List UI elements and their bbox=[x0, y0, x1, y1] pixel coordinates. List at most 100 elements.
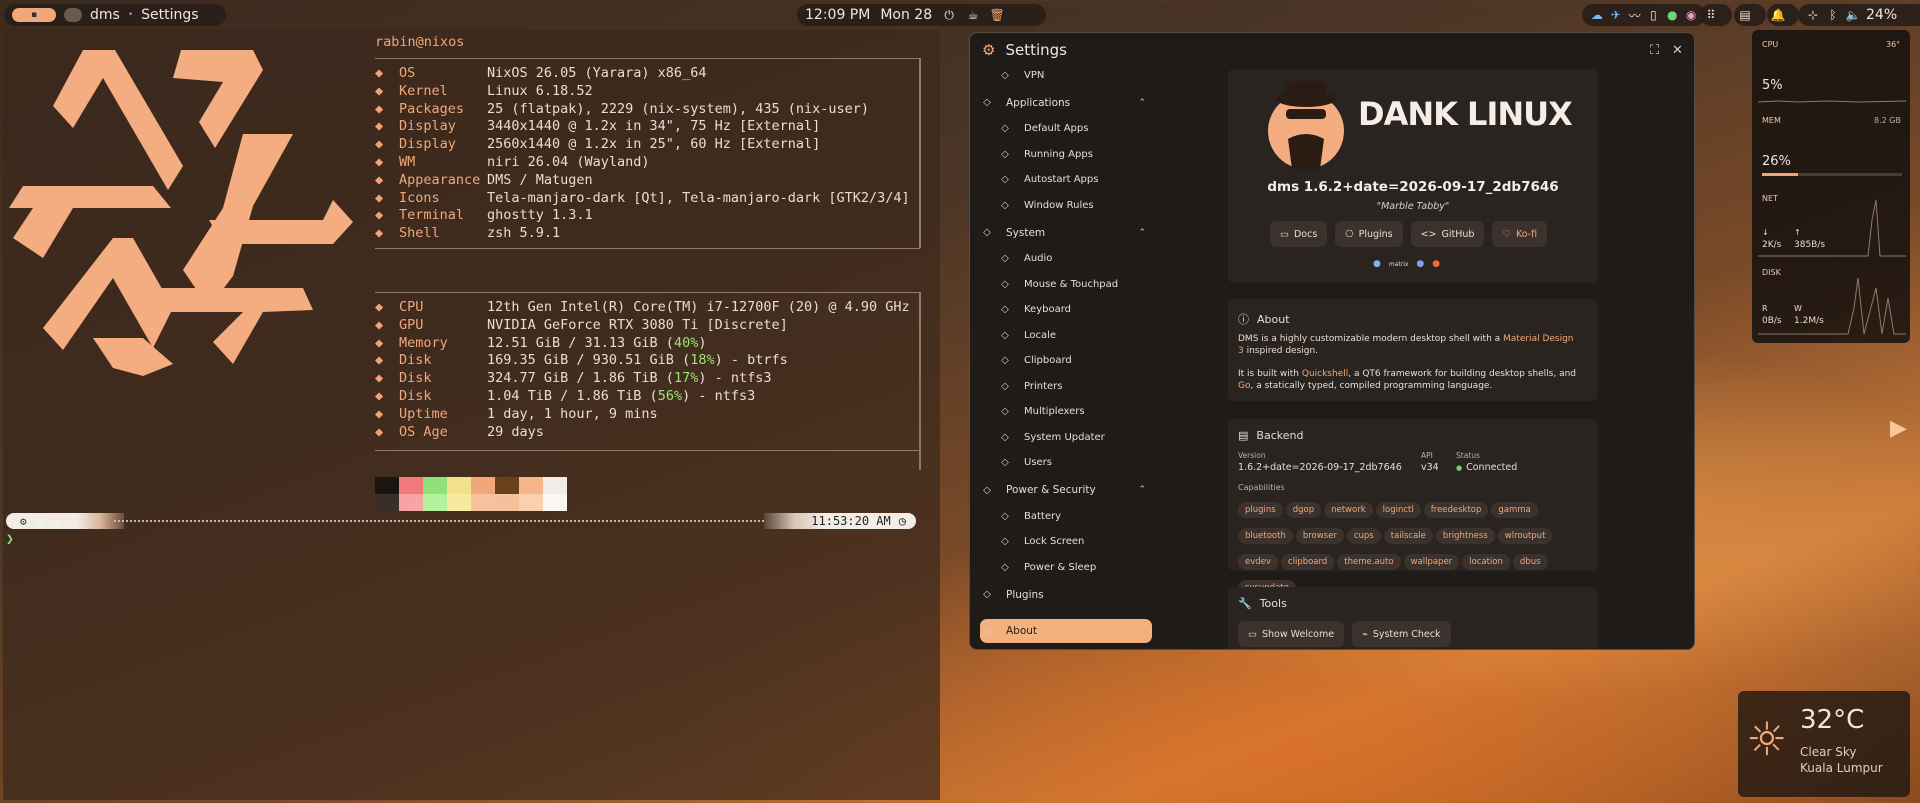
coffee-icon[interactable]: ☕ bbox=[966, 8, 980, 22]
sidebar-item-users[interactable]: ◇ Users bbox=[980, 451, 1170, 475]
fastfetch-row: ◆ Shell zsh 5.9.1 bbox=[375, 225, 560, 243]
workspace-2[interactable] bbox=[64, 8, 82, 22]
fastfetch-row: ◆ Display 2560x1440 @ 1.2x in 25", 60 Hz [… bbox=[375, 136, 820, 154]
sidebar-item-power-sleep[interactable]: ◇ Power & Sleep bbox=[980, 555, 1170, 579]
fastfetch-value: 324.77 GiB / 1.86 TiB ( bbox=[487, 370, 674, 387]
capability-chip: network bbox=[1324, 502, 1373, 518]
close-icon[interactable]: ✕ bbox=[1672, 43, 1683, 58]
sidebar-item-clipboard[interactable]: ◇ Clipboard bbox=[980, 349, 1170, 373]
plugin-icon: ◇ bbox=[983, 589, 991, 600]
workspace-pill: ▪ dms • Settings bbox=[4, 4, 226, 26]
phone-icon[interactable]: ▯ bbox=[1646, 8, 1660, 22]
sidebar-item-running-apps[interactable]: ◇ Running Apps bbox=[980, 142, 1170, 166]
matrix-icon[interactable]: matrix bbox=[1389, 261, 1409, 268]
fastfetch-row: ◆ Disk 169.35 GiB / 930.51 GiB (18%) - btr… bbox=[375, 352, 788, 370]
box2-right bbox=[919, 292, 921, 470]
chevron-up-icon[interactable]: ⌃ bbox=[1138, 228, 1146, 238]
cloud-icon[interactable]: ☁ bbox=[1590, 8, 1604, 22]
spotify-icon[interactable]: ● bbox=[1665, 8, 1679, 22]
show-welcome-button[interactable]: ▭ Show Welcome bbox=[1238, 621, 1345, 647]
status-pill[interactable]: ⊹ ᛒ 🔈 24% bbox=[1798, 4, 1920, 26]
sidebar-item-battery[interactable]: ◇ Battery bbox=[980, 504, 1170, 528]
reddit-icon[interactable]: ● bbox=[1432, 259, 1440, 269]
fastfetch-icon: ◆ bbox=[375, 388, 384, 404]
cpu-percent: 5% bbox=[1762, 78, 1783, 93]
about-content: DANK LINUX dms 1.6.2+date=2026-09-17_2db… bbox=[1228, 63, 1598, 649]
fastfetch-value: zsh 5.9.1 bbox=[487, 225, 561, 242]
cpu-label: CPU bbox=[1762, 40, 1779, 49]
sidebar-item-printers[interactable]: ◇ Printers bbox=[980, 374, 1170, 398]
fastfetch-value: ) - ntfs3 bbox=[698, 370, 772, 387]
sidebar-item-audio[interactable]: ◇ Audio bbox=[980, 247, 1170, 271]
discord-icon[interactable]: ● bbox=[1416, 259, 1424, 269]
about-title: About bbox=[1257, 312, 1290, 326]
sidebar-item-window-rules[interactable]: ◇ Window Rules bbox=[980, 193, 1170, 217]
quickshell-link[interactable]: Quickshell bbox=[1302, 369, 1348, 379]
fastfetch-value: NVIDIA GeForce RTX 3080 Ti [Discrete] bbox=[487, 316, 788, 333]
date[interactable]: Mon 28 bbox=[880, 7, 932, 23]
bell-icon[interactable]: 🔔 bbox=[1771, 8, 1786, 22]
fastfetch-row: ◆ Disk 324.77 GiB / 1.86 TiB (17%) - ntfs3 bbox=[375, 370, 771, 388]
fastfetch-key: Shell bbox=[399, 225, 440, 242]
chevron-up-icon[interactable]: ⌃ bbox=[1138, 98, 1146, 108]
terminal-window[interactable]: rabin@nixos ◆ OS NixOS 26.05 (Yarara) x86_… bbox=[3, 30, 940, 800]
sidebar-item-about[interactable]: ◇ About bbox=[980, 618, 1152, 643]
sidebar-item-plugins[interactable]: ◇ Plugins bbox=[980, 583, 1152, 607]
mastodon-icon[interactable]: ● bbox=[1373, 259, 1381, 269]
home-icon: ⌂ bbox=[36, 514, 44, 528]
sidebar-item-multiplexers[interactable]: ◇ Multiplexers bbox=[980, 400, 1170, 424]
docs-button[interactable]: ▭ Docs bbox=[1270, 221, 1328, 247]
clipboard-icon[interactable]: ▤ bbox=[1738, 8, 1752, 22]
cpu-graph bbox=[1758, 100, 1906, 103]
kofi-button[interactable]: ♡ Ko-fi bbox=[1492, 221, 1548, 247]
palette-swatch bbox=[519, 494, 543, 511]
fastfetch-value: 12.51 GiB / 31.13 GiB ( bbox=[487, 334, 674, 351]
fastfetch-row: ◆ Uptime 1 day, 1 hour, 9 mins bbox=[375, 406, 658, 424]
workspace-1[interactable]: ▪ bbox=[12, 8, 56, 22]
net-up-arrow-icon: ↑ bbox=[1794, 228, 1801, 237]
github-button[interactable]: <> GitHub bbox=[1410, 221, 1485, 247]
chevron-up-icon[interactable]: ⌃ bbox=[1138, 485, 1146, 495]
sidebar-item-label: Clipboard bbox=[1024, 355, 1072, 366]
capability-chip: gamma bbox=[1491, 502, 1538, 518]
plugins-button[interactable]: ⎔ Plugins bbox=[1335, 221, 1403, 247]
trash-icon[interactable]: 🗑 bbox=[990, 8, 1005, 22]
telegram-icon[interactable]: ✈ bbox=[1609, 8, 1623, 22]
sidebar-item-autostart-apps[interactable]: ◇ Autostart Apps bbox=[980, 168, 1170, 192]
fastfetch-value: NixOS 26.05 (Yarara) x86_64 bbox=[487, 65, 707, 81]
power-icon[interactable]: ⏻ bbox=[942, 8, 956, 22]
sidebar-item-mouse-touchpad[interactable]: ◇ Mouse & Touchpad bbox=[980, 272, 1170, 296]
system-icon: ◇ bbox=[983, 227, 991, 238]
sidebar-item-system-updater[interactable]: ◇ System Updater bbox=[980, 425, 1170, 449]
capability-chip: evdev bbox=[1238, 554, 1278, 570]
sidebar-item-system[interactable]: ◇ System ⌃ bbox=[980, 221, 1152, 245]
sidebar-item-label: Running Apps bbox=[1024, 148, 1093, 160]
fastfetch-icon: ◆ bbox=[375, 136, 384, 153]
codename: "Marble Tabby" bbox=[1376, 201, 1450, 212]
wave-icon[interactable]: 〰 bbox=[1628, 8, 1642, 23]
sidebar-item-label: Printers bbox=[1024, 380, 1063, 392]
dock-arrow-icon[interactable]: ▶ bbox=[1890, 416, 1907, 441]
backend-card: ▤ Backend Version 1.6.2+date=2026-09-17_… bbox=[1228, 419, 1598, 596]
palette-swatch bbox=[375, 477, 399, 494]
sidebar-item-power-security[interactable]: ◇ Power & Security ⌃ bbox=[980, 478, 1152, 502]
wrench-icon: 🔧 bbox=[1238, 597, 1252, 610]
sidebar-item-vpn[interactable]: ◇ VPN bbox=[980, 63, 1170, 87]
fastfetch-key: Kernel bbox=[399, 82, 448, 99]
app-grid-icon[interactable]: ⠿ bbox=[1704, 8, 1718, 22]
app-tray-icon[interactable]: ◉ bbox=[1684, 8, 1698, 22]
clock[interactable]: 12:09 PM bbox=[805, 7, 870, 23]
sidebar-item-lock-screen[interactable]: ◇ Lock Screen bbox=[980, 530, 1170, 554]
maximize-icon[interactable]: ⛶ bbox=[1650, 43, 1659, 58]
sidebar-item-locale[interactable]: ◇ Locale bbox=[980, 323, 1170, 347]
fastfetch-row: ◆ WM niri 26.04 (Wayland) bbox=[375, 154, 650, 172]
disk-read: 0B/s bbox=[1762, 316, 1782, 326]
user-host: rabin@nixos bbox=[375, 34, 465, 50]
sidebar-item-default-apps[interactable]: ◇ Default Apps bbox=[980, 117, 1170, 141]
sidebar-item-applications[interactable]: ◇ Applications ⌃ bbox=[980, 91, 1152, 115]
fastfetch-key: Display bbox=[399, 118, 456, 135]
fastfetch-value: 169.35 GiB / 930.51 GiB ( bbox=[487, 352, 691, 369]
sidebar-item-keyboard[interactable]: ◇ Keyboard bbox=[980, 298, 1170, 322]
go-link[interactable]: Go bbox=[1238, 381, 1250, 391]
system-check-button[interactable]: ⌁ System Check bbox=[1352, 621, 1451, 647]
